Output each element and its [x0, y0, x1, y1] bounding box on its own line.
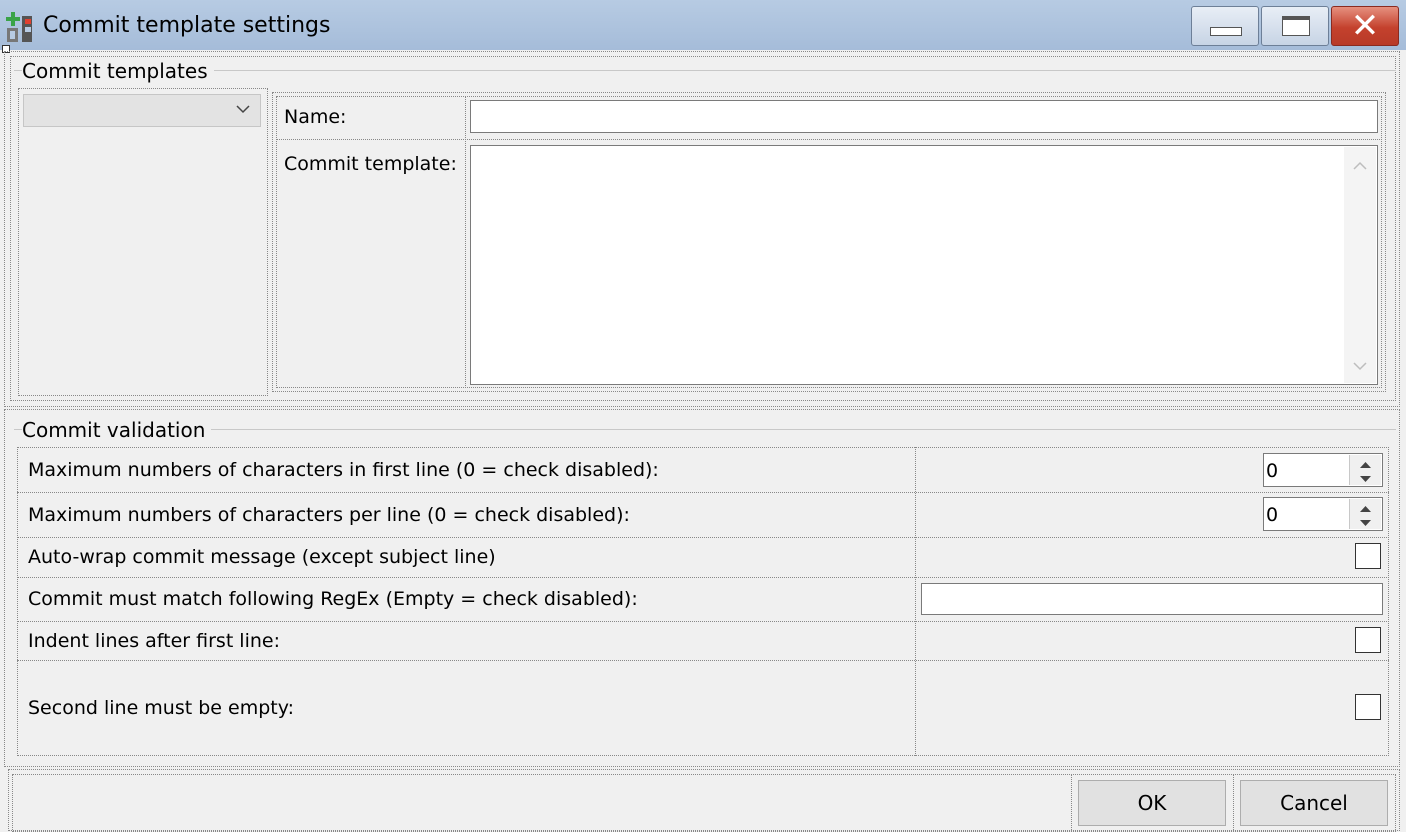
chevron-down-icon[interactable]: [234, 99, 252, 119]
table-row-divider: [17, 621, 1389, 622]
vertical-scrollbar[interactable]: [1344, 147, 1376, 383]
auto-wrap-label: Auto-wrap commit message (except subject…: [28, 546, 496, 568]
table-col-divider: [915, 447, 916, 756]
group-divider: [14, 70, 1396, 71]
cancel-button[interactable]: Cancel: [1240, 780, 1388, 826]
spin-buttons[interactable]: [1349, 499, 1381, 529]
regex-label: Commit must match following RegEx (Empty…: [28, 588, 638, 610]
spin-down-icon[interactable]: [1350, 470, 1381, 485]
close-button[interactable]: ✕: [1331, 6, 1399, 46]
second-line-empty-label: Second line must be empty:: [28, 697, 294, 719]
title-bar[interactable]: Commit template settings ✕: [0, 0, 1406, 50]
max-per-line-stepper[interactable]: 0: [1263, 497, 1383, 531]
max-first-line-label: Maximum numbers of characters in first l…: [28, 459, 659, 481]
maximize-icon: [1282, 16, 1310, 36]
scroll-up-icon[interactable]: [1344, 151, 1376, 181]
table-row-divider: [17, 537, 1389, 538]
table-row-divider: [17, 660, 1389, 661]
grid-row-divider: [276, 139, 1382, 140]
minimize-icon: [1210, 27, 1242, 36]
max-per-line-value[interactable]: 0: [1266, 504, 1278, 526]
templates-group-label: Commit templates: [22, 59, 214, 83]
gitextensions-app-icon[interactable]: [4, 10, 38, 44]
button-divider: [1071, 774, 1072, 832]
name-input[interactable]: [470, 100, 1378, 133]
spin-up-icon[interactable]: [1350, 455, 1381, 470]
indent-label: Indent lines after first line:: [28, 630, 281, 652]
max-per-line-label: Maximum numbers of characters per line (…: [28, 504, 630, 526]
max-first-line-value[interactable]: 0: [1266, 460, 1278, 482]
maximize-button[interactable]: [1261, 6, 1329, 46]
minimize-button[interactable]: [1191, 6, 1259, 46]
spin-buttons[interactable]: [1349, 455, 1381, 485]
indent-checkbox[interactable]: [1355, 627, 1381, 653]
regex-input[interactable]: [921, 583, 1383, 615]
max-first-line-stepper[interactable]: 0: [1263, 453, 1383, 487]
auto-wrap-checkbox[interactable]: [1355, 543, 1381, 569]
spin-down-icon[interactable]: [1350, 514, 1381, 529]
templates-list-panel: [18, 88, 268, 396]
commit-template-textarea[interactable]: [470, 145, 1378, 385]
template-select[interactable]: [23, 94, 261, 127]
button-divider: [1233, 774, 1234, 832]
window-title: Commit template settings: [43, 13, 331, 38]
scroll-down-icon[interactable]: [1344, 351, 1376, 381]
validation-group-label: Commit validation: [22, 418, 212, 442]
commit-template-label: Commit template:: [284, 153, 457, 175]
ok-button[interactable]: OK: [1078, 780, 1226, 826]
spin-up-icon[interactable]: [1350, 499, 1381, 514]
group-divider: [14, 429, 1396, 430]
second-line-empty-checkbox[interactable]: [1355, 694, 1381, 720]
name-label: Name:: [284, 106, 347, 128]
close-icon: ✕: [1350, 6, 1380, 46]
table-row-divider: [17, 577, 1389, 578]
table-row-divider: [17, 492, 1389, 493]
